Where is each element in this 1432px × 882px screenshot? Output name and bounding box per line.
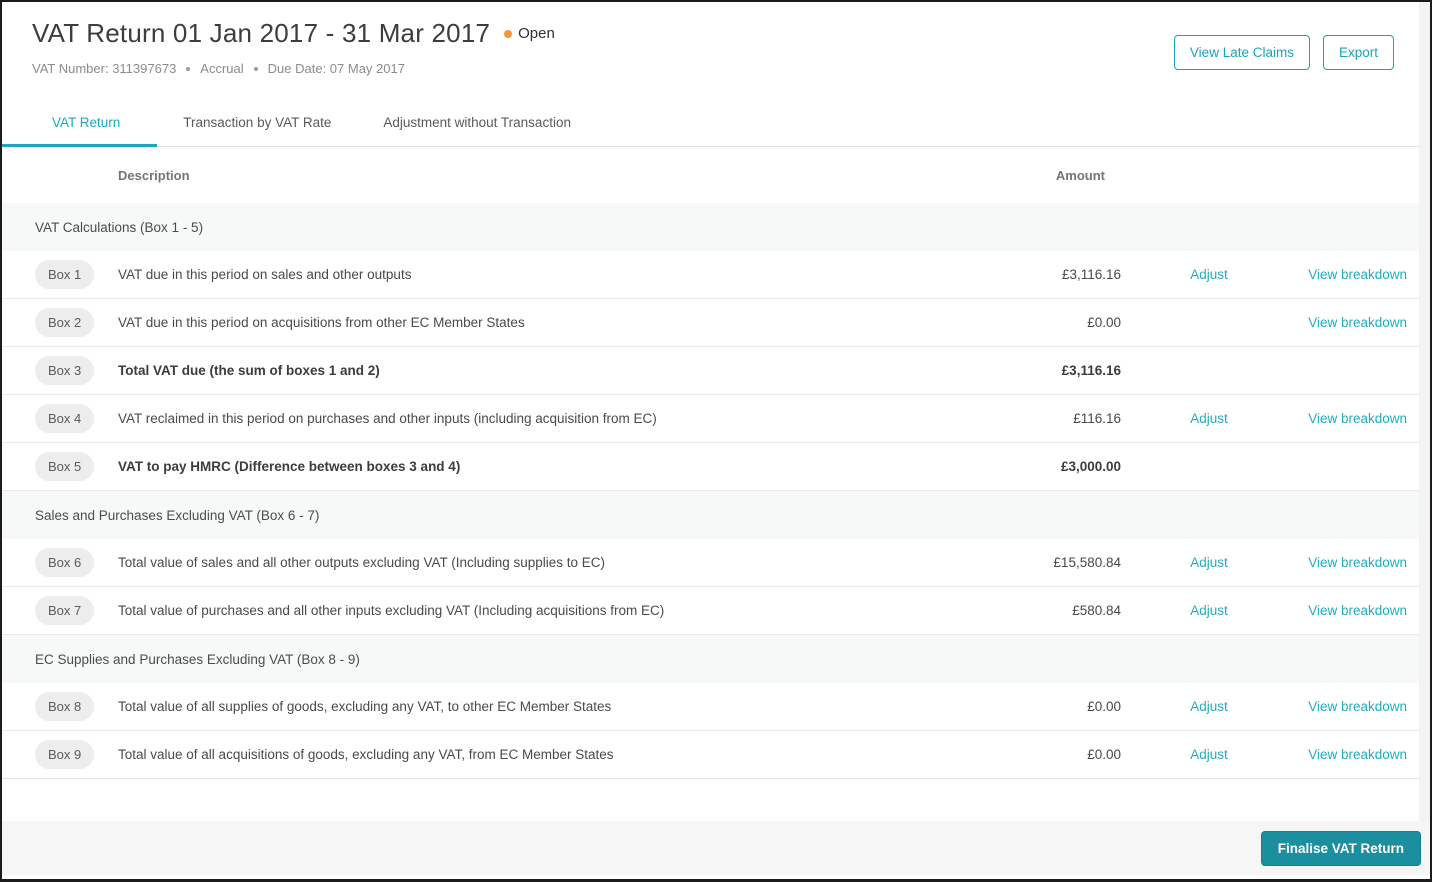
view-breakdown-link[interactable]: View breakdown [1308, 555, 1407, 570]
vat-number-text: VAT Number: 311397673 [32, 61, 177, 76]
status-label: Open [518, 25, 555, 42]
tab-bar: VAT Return Transaction by VAT Rate Adjus… [2, 100, 1430, 147]
view-late-claims-button[interactable]: View Late Claims [1173, 35, 1310, 70]
box-badge: Box 9 [35, 740, 95, 769]
row-description: VAT due in this period on acquisitions f… [118, 315, 525, 330]
section-header: Sales and Purchases Excluding VAT (Box 6… [2, 491, 1430, 539]
row-amount: £0.00 [1087, 315, 1121, 330]
row-amount: £116.16 [1073, 411, 1121, 426]
box-badge: Box 6 [35, 548, 95, 577]
table-row: Box 9 Total value of all acquisitions of… [2, 731, 1430, 779]
status-open-dot-icon [504, 29, 513, 38]
table-row: Box 6 Total value of sales and all other… [2, 539, 1430, 587]
accounting-basis-text: Accrual [200, 61, 244, 76]
view-breakdown-link[interactable]: View breakdown [1308, 747, 1407, 762]
row-description: Total value of all supplies of goods, ex… [118, 699, 612, 714]
table-header-row: Description Amount [2, 147, 1430, 203]
view-breakdown-link[interactable]: View breakdown [1308, 699, 1407, 714]
row-amount: £3,116.16 [1061, 363, 1121, 378]
table-row: Box 4 VAT reclaimed in this period on pu… [2, 395, 1430, 443]
box-badge: Box 1 [35, 260, 95, 289]
export-button[interactable]: Export [1322, 35, 1394, 70]
row-amount: £580.84 [1072, 603, 1121, 618]
box-badge: Box 7 [35, 596, 95, 625]
tab-transaction-by-vat-rate[interactable]: Transaction by VAT Rate [157, 100, 357, 147]
row-description: VAT to pay HMRC (Difference between boxe… [118, 459, 461, 474]
tab-adjustment-without-transaction[interactable]: Adjustment without Transaction [357, 100, 597, 147]
view-breakdown-link[interactable]: View breakdown [1308, 411, 1407, 426]
adjust-link[interactable]: Adjust [1190, 411, 1228, 426]
row-description: Total value of sales and all other outpu… [118, 555, 606, 570]
vat-return-table: VAT Calculations (Box 1 - 5) Box 1 VAT d… [2, 203, 1430, 779]
view-breakdown-link[interactable]: View breakdown [1308, 603, 1407, 618]
adjust-link[interactable]: Adjust [1190, 267, 1228, 282]
adjust-link[interactable]: Adjust [1190, 747, 1228, 762]
view-breakdown-link[interactable]: View breakdown [1308, 267, 1407, 282]
row-description: Total value of purchases and all other i… [118, 603, 665, 618]
row-amount: £3,116.16 [1061, 267, 1121, 282]
row-amount: £15,580.84 [1053, 555, 1121, 570]
table-row: Box 5 VAT to pay HMRC (Difference betwee… [2, 443, 1430, 491]
table-row: Box 1 VAT due in this period on sales an… [2, 251, 1430, 299]
table-row: Box 3 Total VAT due (the sum of boxes 1 … [2, 347, 1430, 395]
meta-separator [186, 66, 191, 71]
column-header-description: Description [118, 167, 190, 183]
section-header: VAT Calculations (Box 1 - 5) [2, 203, 1430, 251]
view-breakdown-link[interactable]: View breakdown [1308, 315, 1407, 330]
adjust-link[interactable]: Adjust [1190, 699, 1228, 714]
row-amount: £0.00 [1087, 747, 1121, 762]
row-amount: £0.00 [1087, 699, 1121, 714]
vat-return-window: VAT Return 01 Jan 2017 - 31 Mar 2017 Ope… [0, 0, 1432, 882]
status-badge: Open [504, 25, 555, 42]
tab-vat-return[interactable]: VAT Return [2, 100, 158, 147]
row-description: Total value of all acquisitions of goods… [118, 747, 614, 762]
box-badge: Box 5 [35, 452, 95, 481]
column-header-amount: Amount [1055, 167, 1105, 183]
table-row: Box 2 VAT due in this period on acquisit… [2, 299, 1430, 347]
row-description: Total VAT due (the sum of boxes 1 and 2) [118, 363, 380, 378]
meta-separator [253, 66, 258, 71]
page-header: VAT Return 01 Jan 2017 - 31 Mar 2017 Ope… [2, 2, 1430, 100]
table-row: Box 7 Total value of purchases and all o… [2, 587, 1430, 635]
adjust-link[interactable]: Adjust [1190, 603, 1228, 618]
table-row: Box 8 Total value of all supplies of goo… [2, 683, 1430, 731]
box-badge: Box 8 [35, 692, 95, 721]
page-title: VAT Return 01 Jan 2017 - 31 Mar 2017 [32, 18, 491, 48]
box-badge: Box 4 [35, 404, 95, 433]
due-date-text: Due Date: 07 May 2017 [267, 61, 405, 76]
finalise-vat-return-button[interactable]: Finalise VAT Return [1260, 830, 1421, 866]
box-badge: Box 2 [35, 308, 95, 337]
row-description: VAT reclaimed in this period on purchase… [118, 411, 657, 426]
footer-bar: Finalise VAT Return [2, 821, 1430, 875]
section-header: EC Supplies and Purchases Excluding VAT … [2, 635, 1430, 683]
vertical-scrollbar[interactable] [1419, 2, 1430, 821]
adjust-link[interactable]: Adjust [1190, 555, 1228, 570]
row-description: VAT due in this period on sales and othe… [118, 267, 412, 282]
row-amount: £3,000.00 [1060, 459, 1121, 474]
box-badge: Box 3 [35, 356, 95, 385]
